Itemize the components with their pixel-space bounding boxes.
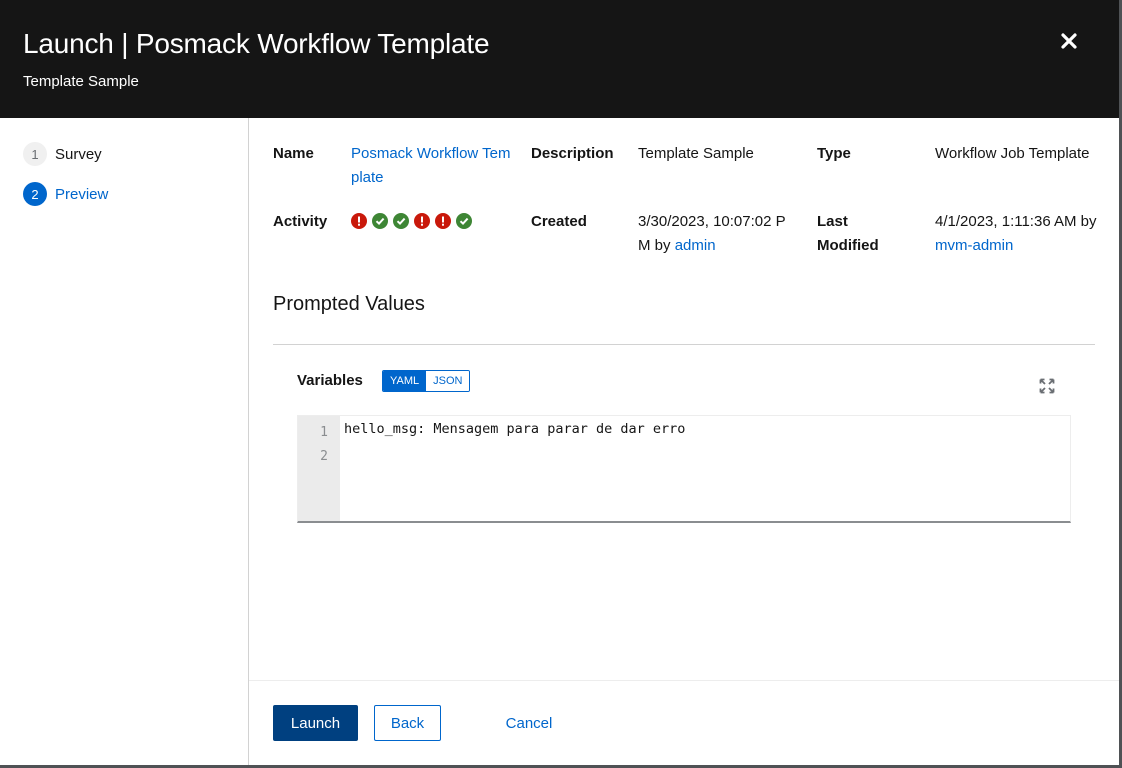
wizard-step-survey[interactable]: 1 Survey xyxy=(23,142,102,166)
job-failed-icon[interactable] xyxy=(414,213,430,229)
created-label: Created xyxy=(531,213,587,230)
expand-button[interactable] xyxy=(1039,378,1055,394)
modal-title: Launch | Posmack Workflow Template xyxy=(23,28,490,59)
activity-sparkline xyxy=(351,213,472,229)
variables-editor[interactable]: 1 2 hello_msg: Mensagem para parar de da… xyxy=(297,415,1071,523)
job-failed-icon[interactable] xyxy=(435,213,451,229)
template-name-link[interactable]: Posmack Workflow Template xyxy=(351,142,511,190)
modified-value: 4/1/2023, 1:11:36 AM by mvm-admin xyxy=(935,210,1099,258)
cancel-button[interactable]: Cancel xyxy=(489,705,569,741)
modal-subtitle: Template Sample xyxy=(23,73,139,90)
activity-label: Activity xyxy=(273,213,328,230)
step-label: Survey xyxy=(55,145,102,163)
yaml-toggle-button[interactable]: YAML xyxy=(383,371,427,391)
prompted-values-title: Prompted Values xyxy=(273,293,425,315)
line-number: 2 xyxy=(320,449,328,464)
created-by-prefix: by xyxy=(654,237,671,254)
step-number: 2 xyxy=(23,182,47,206)
step-label: Preview xyxy=(55,185,109,203)
created-value: 3/30/2023, 10:07:02 PM by admin xyxy=(638,210,798,258)
close-button[interactable] xyxy=(1056,28,1082,54)
modified-by-link[interactable]: mvm-admin xyxy=(935,237,1013,254)
expand-icon xyxy=(1039,378,1055,394)
job-success-icon[interactable] xyxy=(372,213,388,229)
variables-label: Variables xyxy=(297,372,363,389)
created-by-link[interactable]: admin xyxy=(675,237,716,254)
back-button[interactable]: Back xyxy=(374,705,441,741)
modified-by-prefix: by xyxy=(1080,213,1097,230)
job-success-icon[interactable] xyxy=(456,213,472,229)
step-number: 1 xyxy=(23,142,47,166)
description-value: Template Sample xyxy=(638,145,754,162)
json-toggle-button[interactable]: JSON xyxy=(426,371,470,391)
launch-modal: Launch | Posmack Workflow Template Templ… xyxy=(0,0,1119,765)
name-label: Name xyxy=(273,145,314,162)
modal-header: Launch | Posmack Workflow Template Templ… xyxy=(0,0,1119,118)
launch-button[interactable]: Launch xyxy=(273,705,358,741)
job-success-icon[interactable] xyxy=(393,213,409,229)
wizard-nav: 1 Survey 2 Preview xyxy=(0,118,249,765)
type-label: Type xyxy=(817,145,851,162)
close-icon xyxy=(1061,33,1077,49)
line-number-gutter: 1 2 xyxy=(298,416,340,521)
preview-content: Name Posmack Workflow Template Descripti… xyxy=(249,118,1119,680)
modal-footer: Launch Back Cancel xyxy=(249,680,1119,765)
section-divider xyxy=(273,344,1095,345)
type-value: Workflow Job Template xyxy=(935,145,1090,162)
code-line: hello_msg: Mensagem para parar de dar er… xyxy=(344,421,686,437)
last-modified-label: Last Modified xyxy=(817,213,879,254)
description-label: Description xyxy=(531,145,614,162)
job-failed-icon[interactable] xyxy=(351,213,367,229)
format-toggle: YAML JSON xyxy=(382,370,471,392)
modified-date: 4/1/2023, 1:11:36 AM xyxy=(935,213,1077,230)
line-number: 1 xyxy=(320,425,328,440)
wizard-step-preview[interactable]: 2 Preview xyxy=(23,182,108,206)
